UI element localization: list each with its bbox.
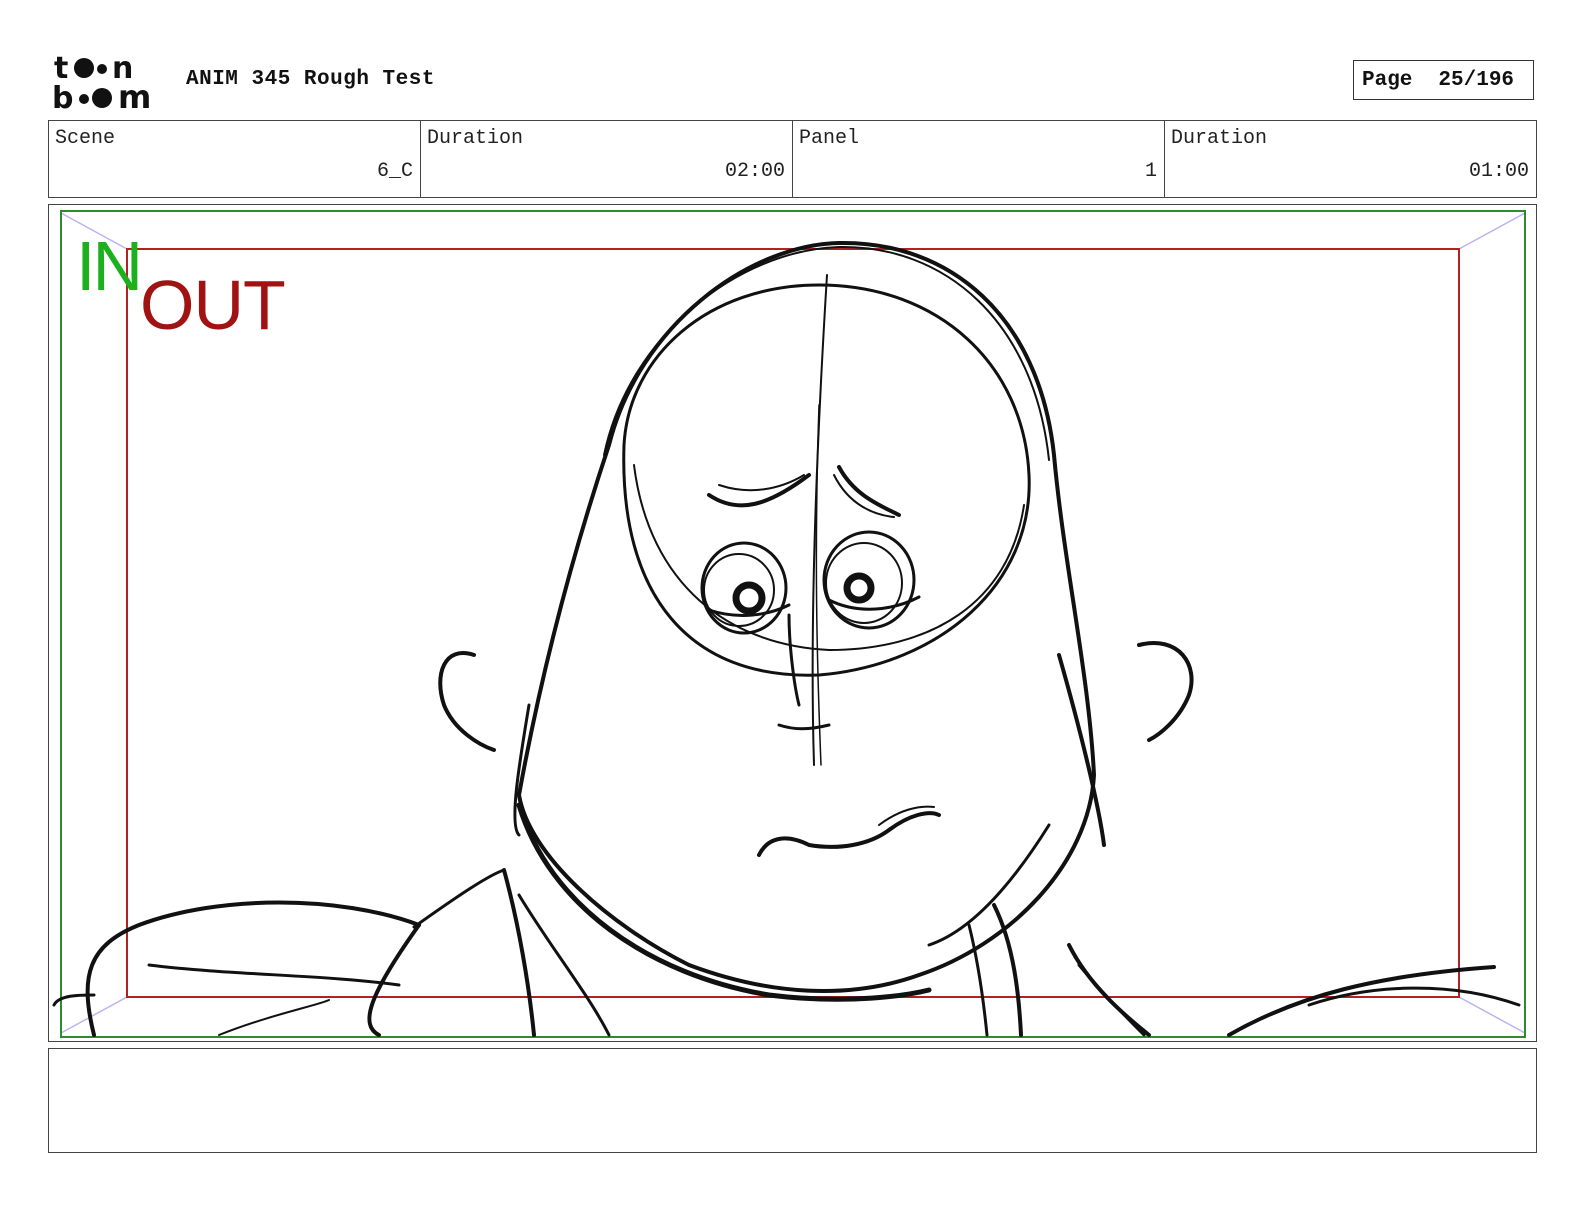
svg-text:m: m (118, 78, 151, 112)
panel-cell: Panel 1 (793, 121, 1165, 197)
scene-cell: Scene 6_C (49, 121, 421, 197)
page-number: 25/196 (1438, 68, 1515, 92)
panel-notes-box (48, 1048, 1537, 1153)
scene-duration-value: 02:00 (724, 160, 785, 183)
panel-duration-value: 01:00 (1468, 160, 1529, 183)
panel-info-table: Scene 6_C Duration 02:00 Panel 1 Duratio… (48, 120, 1537, 198)
document-title: ANIM 345 Rough Test (186, 68, 435, 91)
scene-label: Scene (55, 127, 116, 150)
scene-value: 6_C (376, 160, 413, 183)
panel-value: 1 (1144, 160, 1157, 183)
scene-duration-cell: Duration 02:00 (421, 121, 793, 197)
page-label: Page (1362, 68, 1413, 92)
scene-duration-label: Duration (427, 127, 524, 150)
out-frame-label: OUT (140, 266, 286, 344)
toon-boom-logo: t n b m (52, 51, 164, 116)
page-indicator: Page 25/196 (1353, 60, 1534, 100)
in-frame-label: IN (76, 227, 143, 305)
character-sketch (52, 240, 1521, 1037)
panel-label: Panel (799, 127, 860, 150)
svg-text:b: b (52, 81, 73, 112)
storyboard-panel-image: IN OUT (48, 204, 1537, 1042)
out-frame-border (126, 248, 1460, 998)
panel-duration-label: Duration (1171, 127, 1268, 150)
panel-duration-cell: Duration 01:00 (1165, 121, 1536, 197)
